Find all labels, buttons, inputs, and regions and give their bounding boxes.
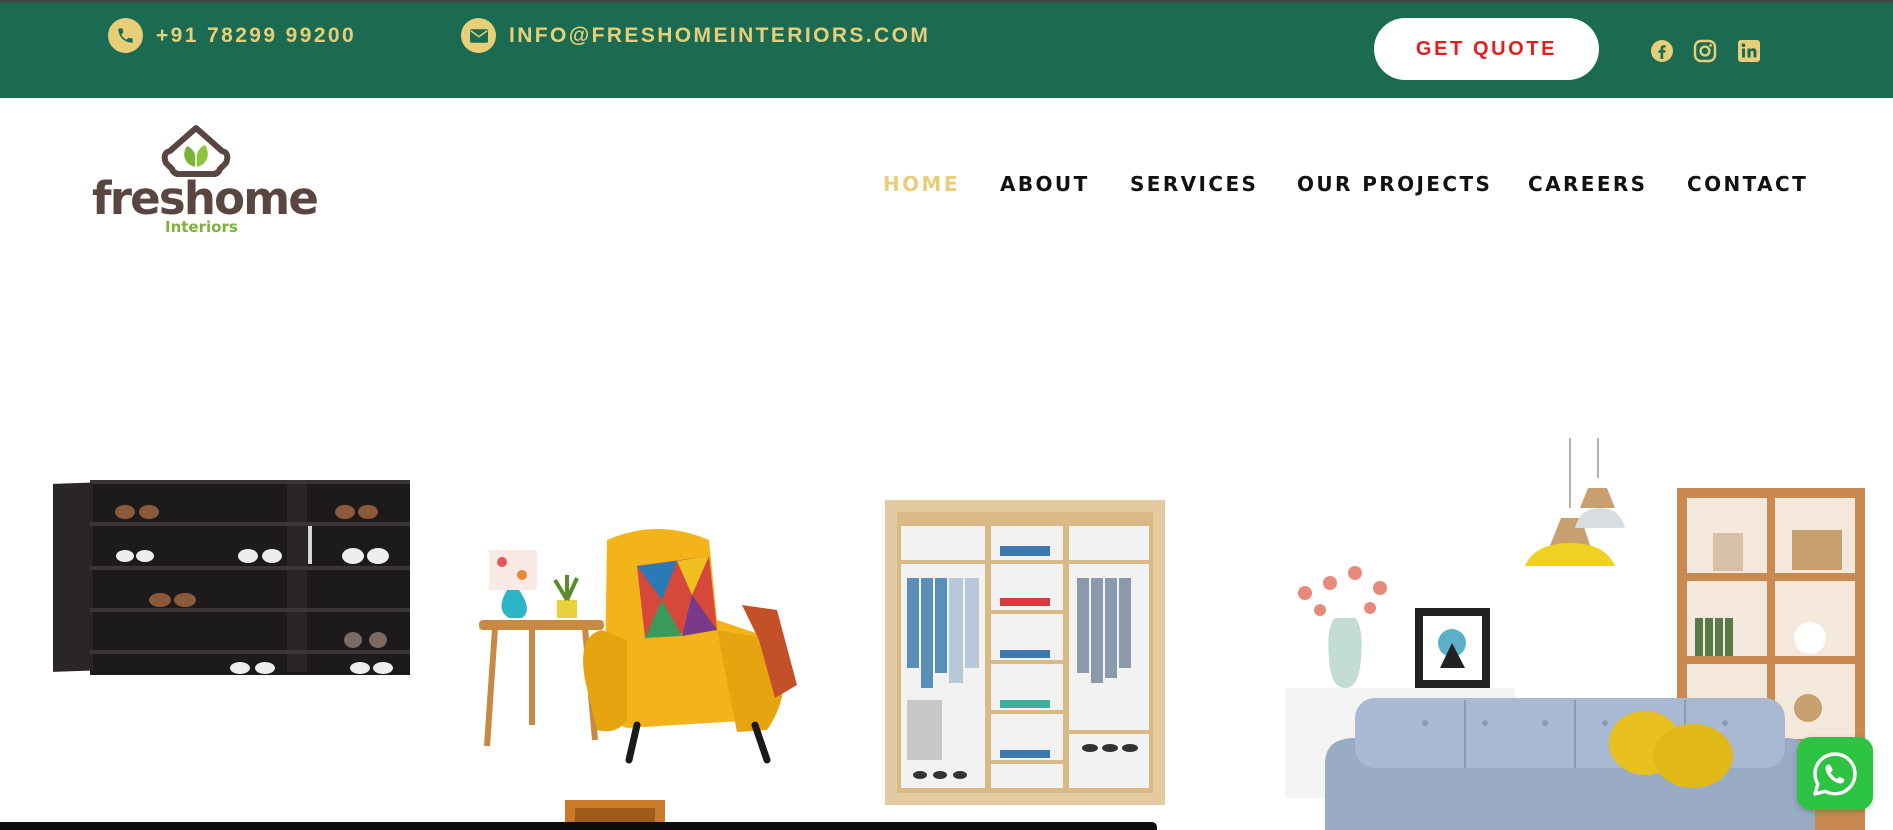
phone-icon (108, 18, 143, 53)
wardrobe-image (885, 500, 1165, 805)
site-logo[interactable]: freshome Interiors (90, 120, 319, 240)
top-bar: +91 78299 99200 INFO@FRESHOMEINTERIORS.C… (0, 0, 1893, 98)
nav-item-our-projects[interactable]: OUR PROJECTS (1297, 172, 1492, 196)
nav-item-careers[interactable]: CAREERS (1528, 172, 1648, 196)
email-link[interactable]: INFO@FRESHOMEINTERIORS.COM (461, 18, 930, 53)
hero-banner (0, 420, 1893, 830)
whatsapp-icon (1813, 751, 1857, 796)
nav-item-about[interactable]: ABOUT (1000, 172, 1090, 196)
whatsapp-button[interactable] (1797, 737, 1873, 810)
phone-number: +91 78299 99200 (156, 23, 357, 47)
logo-wordmark: freshome (92, 172, 319, 225)
instagram-icon[interactable] (1693, 39, 1717, 63)
house-leaf-icon (161, 125, 231, 177)
linkedin-icon[interactable] (1737, 39, 1761, 63)
shoe-cabinet-image (53, 480, 410, 675)
facebook-icon[interactable] (1650, 39, 1674, 63)
get-quote-button[interactable]: GET QUOTE (1374, 18, 1599, 80)
nav-item-services[interactable]: SERVICES (1130, 172, 1258, 196)
progress-bar (0, 822, 1157, 830)
email-address: INFO@FRESHOMEINTERIORS.COM (509, 23, 931, 47)
yellow-armchair-image (479, 529, 797, 764)
logo-subtitle: Interiors (165, 218, 238, 236)
phone-link[interactable]: +91 78299 99200 (108, 18, 356, 53)
living-room-image (1285, 438, 1865, 830)
nav-item-contact[interactable]: CONTACT (1687, 172, 1808, 196)
envelope-icon (461, 18, 496, 53)
nav-item-home[interactable]: HOME (883, 172, 960, 196)
